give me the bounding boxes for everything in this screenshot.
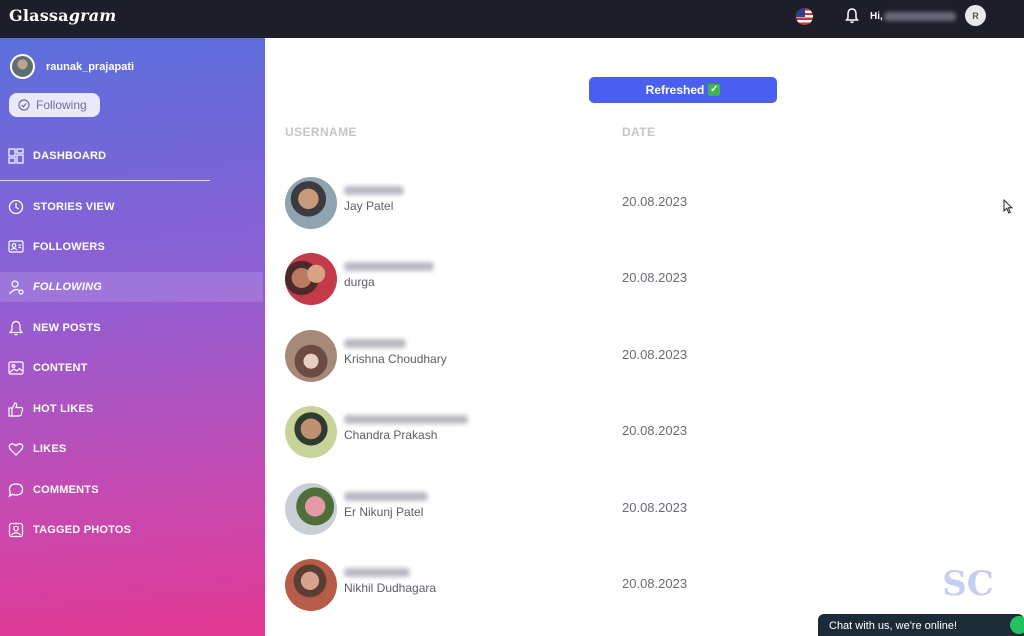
follow-date: 20.08.2023 [622,500,688,515]
sidebar-item-label: NEW POSTS [33,322,101,334]
profile-header[interactable]: raunak_prajapati [10,54,134,79]
sidebar-item-tagged-photos[interactable]: TAGGED PHOTOS [0,515,263,545]
comment-icon [8,483,24,498]
online-status-icon [1010,616,1024,634]
following-button[interactable]: Following [9,93,100,117]
table-row[interactable]: Krishna Choudhary 20.08.2023 [285,330,985,386]
sidebar-item-comments[interactable]: COMMENTS [0,475,263,505]
avatar[interactable] [285,330,337,382]
bell-icon [8,320,24,336]
sidebar-item-likes[interactable]: LIKES [0,434,263,464]
us-flag-icon[interactable] [796,8,813,25]
avatar[interactable] [285,559,337,611]
sidebar-item-label: COMMENTS [33,484,99,496]
heart-icon [8,443,24,456]
follow-date: 20.08.2023 [622,423,688,438]
sidebar: raunak_prajapati Following DASHBOARD STO… [0,38,265,636]
profile-avatar [10,54,35,79]
follow-date: 20.08.2023 [622,194,688,209]
date-column-header[interactable]: DATE [622,125,655,139]
sidebar-item-stories-view[interactable]: STORIES VIEW [0,192,263,222]
table-row[interactable]: Jay Patel 20.08.2023 [285,177,985,233]
sidebar-item-dashboard[interactable]: DASHBOARD [0,141,263,171]
table-row[interactable]: Er Nikunj Patel 20.08.2023 [285,483,985,539]
table-row[interactable]: durga 20.08.2023 [285,253,985,309]
sidebar-item-label: DASHBOARD [33,150,107,162]
thumbs-up-icon [8,402,24,417]
check-mark-icon: ✓ [708,84,721,96]
sidebar-item-label: LIKES [33,443,67,455]
follow-date: 20.08.2023 [622,576,688,591]
sidebar-item-label: HOT LIKES [33,403,94,415]
sidebar-item-label: TAGGED PHOTOS [33,524,132,536]
sidebar-item-following[interactable]: FOLLOWING [0,272,263,302]
refresh-button-label: Refreshed [645,83,705,97]
follow-date: 20.08.2023 [622,270,688,285]
sidebar-item-label: STORIES VIEW [33,201,115,213]
avatar[interactable] [285,253,337,305]
table-row[interactable]: Chandra Prakash 20.08.2023 [285,406,985,462]
followers-icon [8,240,24,253]
chat-widget[interactable]: Chat with us, we're online! [818,614,1024,636]
full-name: Nikhil Dudhagara [344,581,437,595]
avatar[interactable] [285,406,337,458]
full-name: Jay Patel [344,199,394,213]
top-bar: Glassagram Hi, R [0,0,1024,38]
redacted-handle [344,339,406,348]
watermark-logo: SC [942,564,994,604]
follow-date: 20.08.2023 [622,347,688,362]
full-name: Krishna Choudhary [344,352,447,366]
sidebar-divider [0,180,210,181]
avatar[interactable] [285,177,337,229]
dashboard-icon [8,148,24,164]
brand-italic: gram [68,6,117,25]
table-row[interactable]: Nikhil Dudhagara 20.08.2023 [285,559,985,615]
sidebar-item-new-posts[interactable]: NEW POSTS [0,313,263,343]
brand-plain: Glassa [9,6,69,25]
sidebar-item-label: FOLLOWERS [33,241,106,253]
chat-widget-label: Chat with us, we're online! [829,620,958,632]
app-logo[interactable]: Glassagram [9,6,116,25]
refresh-button[interactable]: Refreshed ✓ [589,77,777,103]
redacted-handle [344,492,428,501]
redacted-username [884,12,956,21]
redacted-handle [344,186,404,195]
user-icon [9,280,24,295]
following-button-label: Following [36,98,87,112]
redacted-handle [344,568,410,577]
image-icon [8,361,24,375]
sidebar-item-content[interactable]: CONTENT [0,353,263,383]
avatar[interactable] [285,483,337,535]
user-avatar[interactable]: R [965,5,986,26]
username-column-header[interactable]: USERNAME [285,125,357,139]
sidebar-item-label: FOLLOWING [33,281,103,293]
full-name: durga [344,275,375,289]
bell-icon[interactable] [845,8,859,24]
mouse-cursor-icon [1003,199,1013,214]
redacted-handle [344,262,434,271]
greeting-text: Hi, [870,11,883,22]
redacted-handle [344,415,468,424]
sidebar-item-hot-likes[interactable]: HOT LIKES [0,394,263,424]
tag-icon [8,522,24,538]
full-name: Chandra Prakash [344,428,438,442]
profile-name: raunak_prajapati [46,60,135,73]
sidebar-item-followers[interactable]: FOLLOWERS [0,232,263,262]
sidebar-item-label: CONTENT [33,362,88,374]
check-circle-icon [18,99,30,111]
full-name: Er Nikunj Patel [344,505,424,519]
clock-icon [8,199,24,215]
